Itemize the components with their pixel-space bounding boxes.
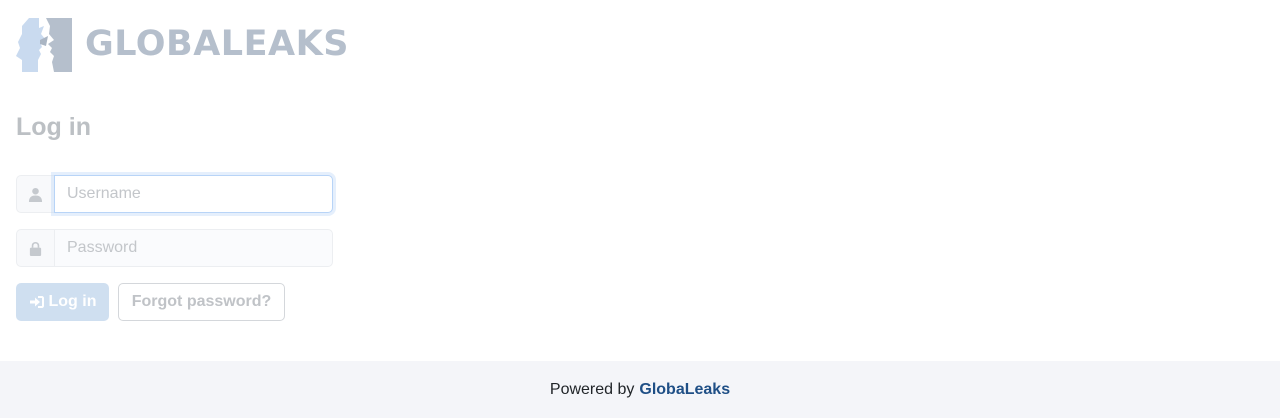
password-input[interactable]	[54, 229, 333, 267]
logo-text: GLOBALEAKS	[85, 24, 349, 64]
username-input[interactable]	[54, 175, 333, 213]
site-header: GLOBALEAKS	[16, 16, 349, 72]
username-group	[16, 175, 333, 213]
footer-brand-link[interactable]: GlobaLeaks	[639, 381, 730, 399]
globaleaks-logo-icon	[16, 18, 72, 72]
footer: Powered by GlobaLeaks	[0, 361, 1280, 418]
forgot-password-button[interactable]: Forgot password?	[118, 283, 285, 321]
login-button-label: Log in	[48, 293, 97, 310]
lock-icon	[16, 229, 54, 267]
footer-powered-by: Powered by	[549, 380, 635, 398]
user-icon	[16, 175, 54, 213]
password-group	[16, 229, 333, 267]
page-title: Log in	[16, 113, 91, 141]
login-button[interactable]: Log in	[16, 283, 109, 321]
sign-in-icon	[29, 296, 44, 308]
